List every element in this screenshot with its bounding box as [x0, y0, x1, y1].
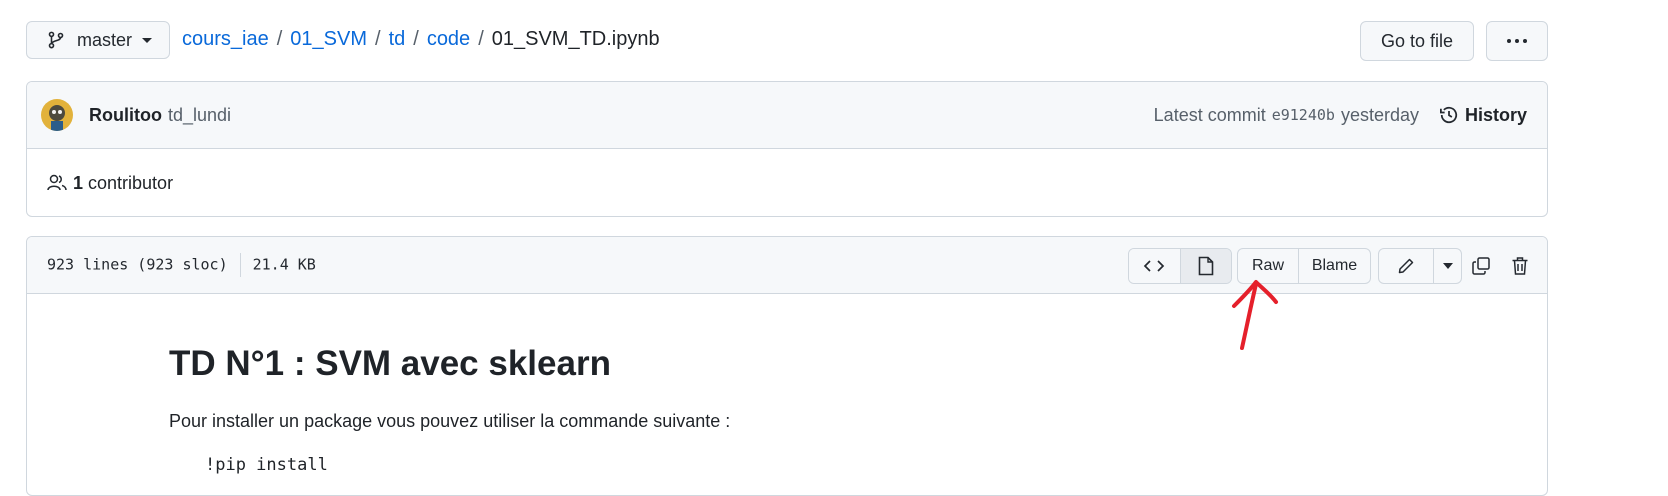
- code-icon: [1144, 260, 1165, 272]
- history-link[interactable]: History: [1439, 105, 1527, 126]
- notebook-content: TD N°1 : SVM avec sklearn Pour installer…: [27, 294, 1547, 495]
- preview-view-button[interactable]: [1180, 249, 1231, 283]
- git-branch-icon: [48, 31, 64, 49]
- file-icon: [1198, 256, 1214, 276]
- delete-button[interactable]: [1506, 252, 1534, 280]
- copy-button[interactable]: [1467, 252, 1495, 280]
- notebook-code: !pip install: [205, 455, 328, 475]
- kebab-horizontal-icon: [1507, 39, 1527, 43]
- commit-meta: Latest commit e91240b yesterday History: [1154, 105, 1527, 126]
- avatar[interactable]: [41, 99, 73, 131]
- file-info: 923 lines (923 sloc) 21.4 KB: [47, 253, 316, 277]
- edit-group: [1378, 248, 1462, 284]
- breadcrumb-link-folder[interactable]: code: [427, 28, 470, 51]
- commit-message[interactable]: td_lundi: [168, 105, 231, 126]
- edit-dropdown-button[interactable]: [1434, 249, 1461, 283]
- breadcrumb-separator: /: [375, 28, 381, 50]
- edit-button[interactable]: [1379, 249, 1434, 283]
- caret-down-icon: [1442, 263, 1453, 269]
- file-box: 923 lines (923 sloc) 21.4 KB Raw Blame T…: [26, 236, 1548, 496]
- breadcrumb-link-repo[interactable]: cours_iae: [182, 28, 269, 51]
- raw-blame-group: Raw Blame: [1237, 248, 1371, 284]
- file-lines: 923 lines (923 sloc): [47, 255, 228, 274]
- history-icon: [1439, 106, 1458, 124]
- notebook-paragraph: Pour installer un package vous pouvez ut…: [169, 411, 731, 431]
- breadcrumb-current-file: 01_SVM_TD.ipynb: [491, 28, 660, 50]
- latest-commit-row: Roulitoo td_lundi Latest commit e91240b …: [27, 82, 1547, 149]
- breadcrumb-separator: /: [276, 28, 283, 50]
- file-size: 21.4 KB: [252, 255, 316, 274]
- code-view-button[interactable]: [1129, 249, 1181, 283]
- go-to-file-button[interactable]: Go to file: [1360, 21, 1474, 61]
- pencil-icon: [1398, 258, 1414, 274]
- branch-name: master: [77, 29, 133, 50]
- people-icon: [47, 174, 67, 191]
- file-header: 923 lines (923 sloc) 21.4 KB Raw Blame: [27, 237, 1547, 294]
- commit-box: Roulitoo td_lundi Latest commit e91240b …: [26, 81, 1548, 217]
- history-label: History: [1464, 104, 1527, 125]
- trash-icon: [1512, 257, 1528, 275]
- latest-commit-label: Latest commit: [1153, 104, 1266, 125]
- commit-time: yesterday: [1340, 104, 1419, 125]
- contributor-count: 1: [73, 172, 84, 193]
- breadcrumb-separator: /: [478, 28, 484, 50]
- breadcrumb-link-folder[interactable]: td: [389, 28, 406, 51]
- divider: [239, 253, 241, 277]
- raw-button[interactable]: Raw: [1238, 249, 1299, 283]
- blame-button[interactable]: Blame: [1299, 249, 1370, 283]
- notebook-title: TD N°1 : SVM avec sklearn: [169, 344, 611, 383]
- commit-author[interactable]: Roulitoo: [89, 105, 162, 126]
- commit-sha[interactable]: e91240b: [1272, 106, 1335, 124]
- more-options-button[interactable]: [1486, 21, 1548, 61]
- breadcrumb-separator: /: [413, 28, 419, 50]
- view-toggle: [1128, 248, 1232, 284]
- branch-select-button[interactable]: master: [26, 21, 170, 59]
- copy-icon: [1472, 257, 1490, 275]
- breadcrumb-link-folder[interactable]: 01_SVM: [290, 28, 367, 51]
- contributors-row[interactable]: 1 contributor: [27, 149, 1547, 216]
- contributor-label: contributor: [88, 172, 174, 193]
- breadcrumb: cours_iae / 01_SVM / td / code / 01_SVM_…: [182, 28, 660, 51]
- caret-down-icon: [142, 37, 153, 43]
